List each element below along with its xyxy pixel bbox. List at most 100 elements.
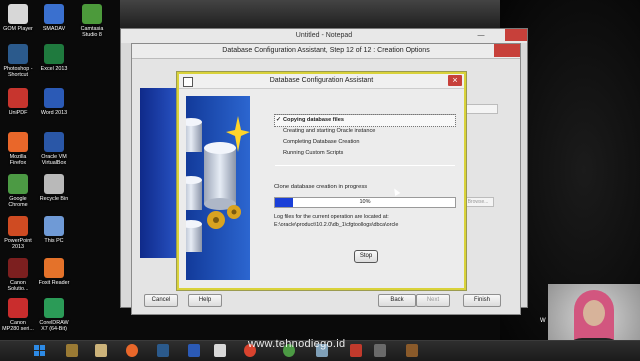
stop-button[interactable]: Stop [354,250,378,263]
wizard-title: Database Configuration Assistant, Step 1… [222,47,430,54]
app-icon [8,174,28,194]
app-icon [8,298,28,318]
app-icon [44,298,64,318]
app-icon [8,132,28,152]
webcam-letter: W [540,318,546,324]
app-icon [8,258,28,278]
desktop-icon[interactable]: Canon MP280 seri... [0,298,38,332]
app-icon [8,4,28,24]
desktop-icon[interactable]: GOM Player [0,4,38,32]
status-text: Clone database creation in progress [274,184,368,190]
finish-button[interactable]: Finish [463,294,501,307]
back-button[interactable]: Back [378,294,416,307]
desktop-icon[interactable]: Google Chrome [0,174,38,208]
dialog-title: Database Configuration Assistant [269,77,374,84]
database-cylinders-icon [186,116,250,252]
progress-bar: 10% [274,197,456,208]
step-custom-scripts: Running Custom Scripts [275,148,455,159]
desktop-icon-label: Excel 2013 [40,66,68,72]
desktop-icon[interactable]: PowerPoint 2013 [0,216,38,250]
desktop-icon-label: Google Chrome [8,196,28,208]
desktop-icon[interactable]: Oracle VM VirtualBox [34,132,74,166]
step-label: Copying database files [283,117,344,123]
dialog-close-button[interactable] [448,75,462,86]
dialog-titlebar[interactable]: Database Configuration Assistant [179,74,464,89]
app-icon [44,132,64,152]
desktop-icon-label: Foxit Reader [38,280,70,286]
app-icon [44,44,64,64]
browse-label: Browse... [467,199,489,205]
windows-start-button[interactable] [34,345,46,357]
progress-percent: 10% [359,199,371,205]
desktop-icon[interactable]: Camtasia Studio 8 [72,4,112,38]
step-completing: Completing Database Creation [275,137,455,148]
presenter-face [583,300,605,326]
app2-taskbar-icon[interactable] [406,344,418,357]
desktop-icon-label: Mozilla Firefox [9,154,27,166]
firefox-taskbar-icon[interactable] [126,344,138,357]
progress-dialog[interactable]: Database Configuration Assistant × ✓ Cop… [177,72,466,290]
desktop-icon-label: PowerPoint 2013 [4,238,32,250]
app-icon [44,88,64,108]
browse-button[interactable]: Browse... [462,197,494,207]
step-creating-instance: Creating and starting Oracle instance [275,126,455,137]
notepad-titlebar[interactable]: Untitled - Notepad — ▢ [121,29,527,43]
desktop-icon[interactable]: UniPDF [0,88,38,116]
step-label: Completing Database Creation [283,139,360,145]
step-label: Creating and starting Oracle instance [283,128,376,134]
java-taskbar-icon[interactable] [350,344,362,357]
folder-taskbar-icon[interactable] [95,344,107,357]
webcam-overlay: W [540,284,640,340]
wizard-close-button[interactable] [494,44,520,57]
app-icon [8,44,28,64]
notepad-title: Untitled - Notepad [295,32,353,39]
desktop-icon-label: CorelDRAW X7 (64-Bit) [39,320,69,332]
notepad-close-button[interactable] [505,29,527,41]
wallpaper-banner [120,0,520,30]
oracle-database-art [186,96,250,280]
log-location-path: E:\oracle\product\10.2.0\db_1\cfgtoollog… [274,222,399,228]
back-label: Back [390,297,404,303]
desktop-icon-label: Camtasia Studio 8 [80,26,104,38]
desktop-icon-label: Word 2013 [40,110,68,116]
watermark-text: www.tehnodiego.id [248,338,346,350]
desktop-icon-label: Oracle VM VirtualBox [41,154,67,166]
desktop-icon-label: GOM Player [3,26,33,32]
app-icon [8,216,28,236]
app-icon [82,4,102,24]
app-icon [44,174,64,194]
dialog-app-icon [183,77,193,87]
app-taskbar-icon[interactable] [374,344,386,357]
desktop-icon[interactable]: This PC [34,216,74,244]
desktop-icon-label: Canon Solutio... [7,280,29,292]
desktop-icon-label: Recycle Bin [39,196,69,202]
explorer-taskbar-icon[interactable] [66,344,78,357]
desktop-icon[interactable]: Word 2013 [34,88,74,116]
wizard-side-art [140,88,182,258]
desktop-icon-label: This PC [44,238,64,244]
app-icon [44,4,64,24]
desktop-icon[interactable]: Recycle Bin [34,174,74,202]
photoshop-taskbar-icon[interactable] [157,344,169,357]
desktop: GOM Player SMADAV Camtasia Studio 8 Photosh… [0,0,640,340]
desktop-icon[interactable]: Mozilla Firefox [0,132,38,166]
hidden-field [462,104,498,114]
cancel-button[interactable]: Cancel [144,294,178,307]
desktop-icon[interactable]: Photoshop - Shortcut [0,44,38,78]
desktop-icon[interactable]: CorelDRAW X7 (64-Bit) [34,298,74,332]
desktop-icon[interactable]: SMADAV [34,4,74,32]
desktop-icon[interactable]: Canon Solutio... [0,258,38,292]
next-label: Next [426,297,440,303]
desktop-icon-label: Canon MP280 seri... [2,320,34,332]
notepad-taskbar-icon[interactable] [214,344,226,357]
app-icon [44,216,64,236]
desktop-icon-label: SMADAV [42,26,66,32]
next-button[interactable]: Next [416,294,450,307]
step-copying: ✓ Copying database files [274,114,456,127]
desktop-icon[interactable]: Excel 2013 [34,44,74,72]
help-button[interactable]: Help [188,294,222,307]
wizard-titlebar[interactable]: Database Configuration Assistant, Step 1… [132,44,520,59]
word-taskbar-icon[interactable] [188,344,200,357]
app-icon [8,88,28,108]
desktop-icon[interactable]: Foxit Reader [34,258,74,286]
